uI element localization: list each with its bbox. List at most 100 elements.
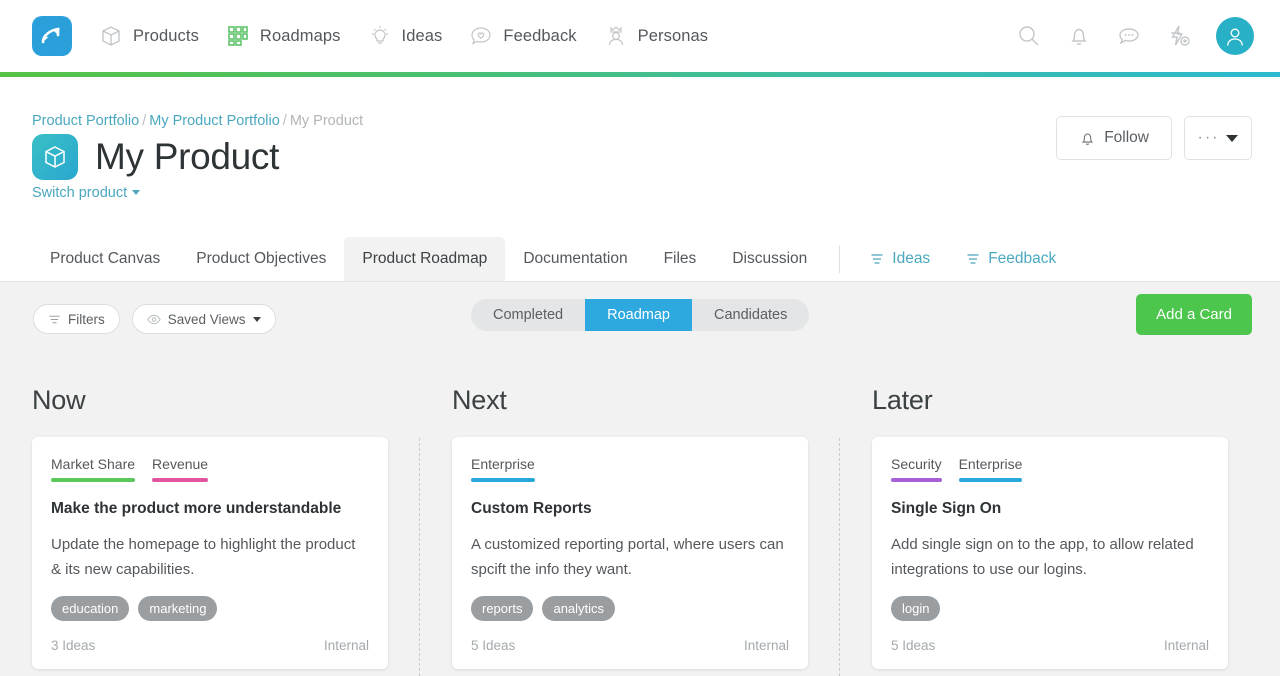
tab-ideas[interactable]: Ideas [852, 237, 948, 281]
card-visibility: Internal [1164, 638, 1209, 653]
breadcrumb-current: My Product [290, 113, 363, 129]
eye-icon [147, 313, 161, 326]
card-labels: Security Enterprise [891, 455, 1209, 482]
card-label[interactable]: Enterprise [959, 455, 1023, 482]
breadcrumb-separator: / [283, 113, 287, 129]
card-label[interactable]: Market Share [51, 455, 135, 482]
product-tabs: Product Canvas Product Objectives Produc… [0, 231, 1280, 282]
nav-item-ideas[interactable]: Ideas [367, 23, 443, 49]
tab-documentation[interactable]: Documentation [505, 237, 645, 281]
card-tags: education marketing [51, 596, 369, 621]
breadcrumb: Product Portfolio/My Product Portfolio/M… [32, 113, 363, 129]
breadcrumb-link-my-portfolio[interactable]: My Product Portfolio [149, 113, 280, 129]
tab-divider [839, 245, 840, 273]
card-label[interactable]: Security [891, 455, 942, 482]
bell-icon[interactable] [1064, 21, 1094, 51]
speech-heart-icon [468, 23, 494, 49]
card-label-text: Enterprise [471, 455, 535, 473]
segment-roadmap[interactable]: Roadmap [585, 299, 692, 331]
search-icon[interactable] [1014, 21, 1044, 51]
page-title: My Product [95, 135, 279, 179]
top-navigation-bar: Products Roadmaps [0, 0, 1280, 72]
card-label-text: Market Share [51, 455, 135, 473]
page-header: Product Portfolio/My Product Portfolio/M… [0, 77, 1280, 231]
nav-item-roadmaps[interactable]: Roadmaps [225, 23, 341, 49]
card-ideas-count: 3 Ideas [51, 638, 95, 653]
card-ideas-count: 5 Ideas [471, 638, 515, 653]
tab-feedback[interactable]: Feedback [948, 237, 1074, 281]
header-actions: Follow ··· [1056, 116, 1252, 160]
package-3d-icon [32, 134, 78, 180]
list-icon [966, 252, 980, 266]
chevron-down-icon [132, 190, 140, 195]
column-later: Later Security Enterprise Single Sign On… [840, 358, 1260, 676]
card-label-text: Security [891, 455, 942, 473]
card-label-text: Revenue [152, 455, 208, 473]
nav-label: Roadmaps [260, 27, 341, 46]
main-nav-items: Products Roadmaps [98, 23, 734, 49]
bolt-plus-icon[interactable] [1164, 21, 1194, 51]
card-footer: 3 Ideas Internal [51, 638, 369, 653]
card-tag[interactable]: login [891, 596, 940, 621]
card-title: Single Sign On [891, 499, 1209, 519]
nav-item-products[interactable]: Products [98, 23, 199, 49]
segment-candidates[interactable]: Candidates [692, 299, 809, 331]
card-tags: reports analytics [471, 596, 789, 621]
card-label[interactable]: Revenue [152, 455, 208, 482]
switch-product-label: Switch product [32, 185, 127, 201]
follow-label: Follow [1104, 129, 1149, 147]
view-segmented-control: Completed Roadmap Candidates [471, 299, 809, 331]
saved-views-label: Saved Views [168, 312, 246, 327]
arrow-logo-icon[interactable] [32, 16, 72, 56]
follow-button[interactable]: Follow [1056, 116, 1172, 160]
card-label-bar [152, 478, 208, 482]
card-footer: 5 Ideas Internal [891, 638, 1209, 653]
column-title: Next [452, 384, 808, 416]
card-visibility: Internal [324, 638, 369, 653]
roadmap-card[interactable]: Enterprise Custom Reports A customized r… [452, 437, 808, 669]
chat-icon[interactable] [1114, 21, 1144, 51]
card-labels: Market Share Revenue [51, 455, 369, 482]
segment-completed[interactable]: Completed [471, 299, 585, 331]
tab-product-roadmap[interactable]: Product Roadmap [344, 237, 505, 281]
card-label[interactable]: Enterprise [471, 455, 535, 482]
user-avatar[interactable] [1216, 17, 1254, 55]
roadmap-board: Now Market Share Revenue Make the produc… [0, 358, 1280, 676]
more-options-button[interactable]: ··· [1184, 116, 1252, 160]
card-label-text: Enterprise [959, 455, 1023, 473]
tab-product-objectives[interactable]: Product Objectives [178, 237, 344, 281]
persona-icon [603, 23, 629, 49]
switch-product-button[interactable]: Switch product [32, 185, 140, 201]
bell-icon [1079, 130, 1096, 147]
card-tag[interactable]: education [51, 596, 129, 621]
tab-product-canvas[interactable]: Product Canvas [32, 237, 178, 281]
lightbulb-icon [367, 23, 393, 49]
add-card-button[interactable]: Add a Card [1136, 294, 1252, 335]
nav-item-personas[interactable]: Personas [603, 23, 709, 49]
tab-files[interactable]: Files [646, 237, 715, 281]
card-title: Custom Reports [471, 499, 789, 519]
ellipsis-icon: ··· [1198, 134, 1220, 142]
breadcrumb-link-portfolio[interactable]: Product Portfolio [32, 113, 139, 129]
nav-label: Personas [638, 27, 709, 46]
column-title: Now [32, 384, 388, 416]
card-tag[interactable]: reports [471, 596, 533, 621]
card-labels: Enterprise [471, 455, 789, 482]
column-next: Next Enterprise Custom Reports A customi… [420, 358, 840, 676]
card-tag[interactable]: analytics [542, 596, 615, 621]
filters-button[interactable]: Filters [33, 304, 120, 334]
roadmap-card[interactable]: Market Share Revenue Make the product mo… [32, 437, 388, 669]
nav-item-feedback[interactable]: Feedback [468, 23, 576, 49]
card-ideas-count: 5 Ideas [891, 638, 935, 653]
breadcrumb-separator: / [142, 113, 146, 129]
card-label-bar [471, 478, 535, 482]
toolbar-left: Filters Saved Views [33, 304, 276, 334]
grid-icon [225, 23, 251, 49]
nav-right-actions [994, 17, 1254, 55]
tab-discussion[interactable]: Discussion [714, 237, 825, 281]
roadmap-card[interactable]: Security Enterprise Single Sign On Add s… [872, 437, 1228, 669]
card-tag[interactable]: marketing [138, 596, 217, 621]
saved-views-button[interactable]: Saved Views [132, 304, 276, 334]
product-title-row: My Product [32, 134, 279, 180]
chevron-down-icon [1226, 135, 1238, 142]
